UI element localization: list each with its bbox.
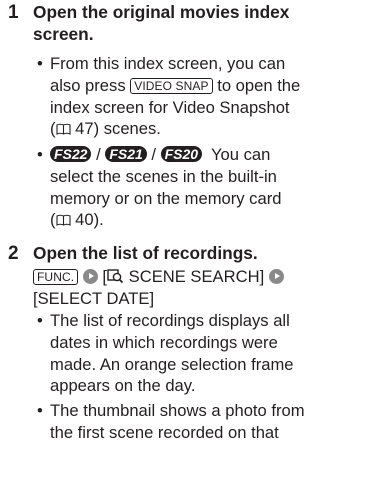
model-badge: FS21	[105, 146, 147, 162]
text-segment: 40).	[70, 210, 104, 230]
video-snap-key: VIDEO SNAP	[130, 77, 213, 94]
step-heading: Open the list of recordings.	[33, 243, 258, 263]
bullet-text: The thumbnail shows a photo from the fir…	[50, 400, 370, 444]
text-line: ( 47) scenes.	[50, 118, 370, 140]
step-heading: Open the original movies index screen.	[33, 2, 373, 46]
bullet-dot: •	[37, 401, 43, 420]
text-line: From this index screen, you can	[50, 54, 286, 73]
separator: /	[91, 145, 106, 164]
scene-search-icon	[107, 269, 124, 284]
text-line: made. An orange selection frame	[50, 354, 294, 374]
step-number: 2	[8, 243, 19, 264]
text-line: FS22 / FS21 / FS20 You can	[50, 144, 370, 166]
model-badge: FS22	[50, 146, 92, 162]
text-segment: SCENE SEARCH]	[124, 267, 269, 286]
text-segment: to open the	[212, 75, 301, 95]
text-line: ( 40).	[50, 209, 370, 231]
bullet-dot: •	[37, 145, 43, 164]
text-line: index screen for Video Snapshot	[50, 97, 290, 117]
text-line: appears on the day.	[50, 376, 196, 396]
text-segment: [	[97, 267, 108, 286]
arrow-next-icon	[82, 269, 98, 284]
separator: /	[146, 145, 161, 164]
step-number: 1	[8, 2, 19, 23]
book-reference-icon	[55, 124, 71, 136]
bullet-dot: •	[37, 311, 43, 330]
text-line: [SELECT DATE]	[33, 288, 155, 308]
bullet-dot: •	[37, 54, 43, 73]
step-heading-line: screen.	[33, 23, 94, 44]
menu-path: FUNC. [ SCENE SEARCH] [SELECT DATE]	[33, 266, 375, 310]
text-line: also press VIDEO SNAP to open the	[50, 75, 370, 97]
book-reference-icon	[55, 215, 71, 227]
arrow-next-icon	[268, 269, 284, 284]
text-line: dates in which recordings were	[50, 332, 278, 352]
text-segment: You can	[202, 145, 271, 164]
text-line: The thumbnail shows a photo from	[50, 401, 305, 420]
model-badge: FS20	[160, 146, 203, 162]
bullet-text: From this index screen, you can also pre…	[50, 53, 370, 140]
text-line: The list of recordings displays all	[50, 311, 290, 330]
text-line: select the scenes in the built-in	[50, 166, 277, 186]
text-segment: also press	[50, 75, 131, 95]
step-heading-line: Open the original movies index	[33, 2, 290, 22]
bullet-text: The list of recordings displays all date…	[50, 310, 370, 397]
text-segment: 47) scenes.	[70, 119, 161, 139]
text-line: FUNC. [ SCENE SEARCH]	[33, 266, 375, 288]
text-line: memory or on the memory card	[50, 188, 282, 208]
text-line: the first scene recorded on that	[50, 422, 279, 442]
bullet-text: FS22 / FS21 / FS20 You can select the sc…	[50, 144, 370, 231]
func-key: FUNC.	[33, 269, 79, 285]
